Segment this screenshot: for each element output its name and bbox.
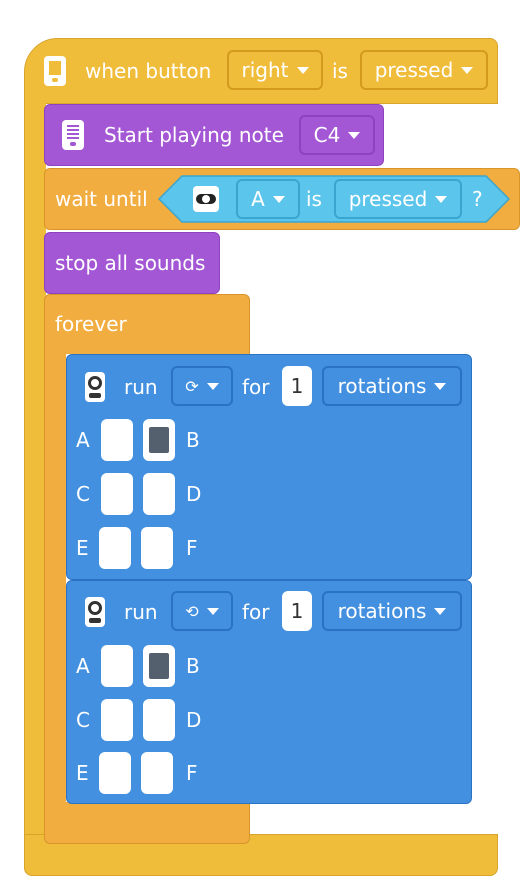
button-state-value: pressed [374, 58, 454, 82]
unit-dropdown-value: rotations [337, 374, 427, 398]
unit-dropdown[interactable]: rotations [322, 366, 462, 406]
counterclockwise-icon: ⟲ [185, 601, 199, 621]
rotation-count-value: 1 [290, 374, 304, 398]
forever-block-arm [44, 352, 66, 804]
chevron-down-icon [435, 195, 448, 203]
port-c-toggle[interactable] [101, 699, 133, 741]
wait-until-label: wait until [55, 187, 148, 211]
for-label: for [242, 375, 270, 399]
chevron-down-icon [461, 66, 474, 74]
port-c-toggle[interactable] [101, 473, 133, 515]
port-label-e: E [76, 536, 89, 560]
when-button-label: when button [85, 59, 212, 83]
hat-block-left-arm [24, 100, 46, 845]
port-d-toggle[interactable] [143, 473, 175, 515]
forever-label: forever [55, 312, 127, 336]
port-f-toggle[interactable] [141, 752, 173, 794]
hat-brick-icon [44, 56, 66, 86]
run-label: run [124, 600, 158, 624]
port-label-b: B [186, 654, 200, 678]
port-label-e: E [76, 761, 89, 785]
motor-icon [85, 597, 105, 627]
port-dropdown[interactable]: A [236, 179, 300, 219]
port-d-toggle[interactable] [143, 699, 175, 741]
clockwise-icon: ⟳ [185, 376, 199, 396]
port-e-toggle[interactable] [99, 527, 131, 569]
chevron-down-icon [272, 195, 285, 203]
condition-state-value: pressed [348, 187, 428, 211]
chevron-down-icon [434, 382, 447, 390]
unit-dropdown[interactable]: rotations [322, 591, 462, 631]
motor-icon [85, 372, 105, 402]
question-mark-label: ? [472, 187, 483, 211]
rotation-count-value: 1 [290, 599, 304, 623]
port-e-toggle[interactable] [99, 752, 131, 794]
port-label-f: F [186, 761, 198, 785]
port-dropdown-value: A [251, 187, 265, 211]
button-state-dropdown[interactable]: pressed [360, 50, 488, 90]
speaker-brick-icon [62, 120, 84, 150]
condition-state-dropdown[interactable]: pressed [334, 179, 462, 219]
port-label-b: B [186, 428, 200, 452]
port-b-toggle[interactable] [143, 419, 175, 461]
direction-dropdown[interactable]: ⟳ [171, 366, 233, 406]
forever-block-bottom [44, 802, 250, 844]
port-b-toggle[interactable] [143, 645, 175, 687]
chevron-down-icon [206, 607, 219, 615]
port-a-toggle[interactable] [101, 419, 133, 461]
button-dropdown[interactable]: right [227, 50, 323, 90]
direction-dropdown[interactable]: ⟲ [171, 591, 233, 631]
port-label-c: C [76, 482, 90, 506]
port-a-toggle[interactable] [101, 645, 133, 687]
hat-is-label: is [332, 59, 348, 83]
chevron-down-icon [206, 382, 219, 390]
rotation-count-input[interactable]: 1 [282, 591, 312, 631]
note-dropdown[interactable]: C4 [299, 115, 375, 155]
port-label-a: A [76, 428, 90, 452]
condition-is-label: is [306, 187, 322, 211]
port-label-f: F [186, 536, 198, 560]
note-dropdown-value: C4 [313, 123, 341, 147]
remote-sensor-icon [193, 186, 219, 212]
port-label-d: D [186, 708, 202, 732]
start-playing-note-label: Start playing note [104, 123, 284, 147]
port-label-a: A [76, 654, 90, 678]
run-label: run [124, 375, 158, 399]
chevron-down-icon [434, 607, 447, 615]
port-label-c: C [76, 708, 90, 732]
port-f-toggle[interactable] [141, 527, 173, 569]
for-label: for [242, 600, 270, 624]
chevron-down-icon [348, 131, 361, 139]
rotation-count-input[interactable]: 1 [282, 366, 312, 406]
stop-all-sounds-label: stop all sounds [55, 251, 206, 275]
button-dropdown-value: right [241, 58, 289, 82]
port-label-d: D [186, 482, 202, 506]
chevron-down-icon [296, 66, 309, 74]
unit-dropdown-value: rotations [337, 599, 427, 623]
